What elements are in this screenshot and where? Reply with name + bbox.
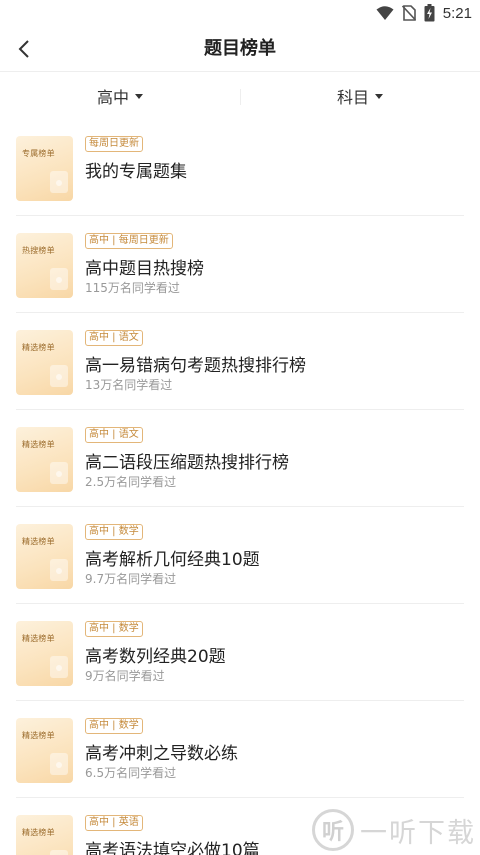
list-views: 13万名同学看过 xyxy=(85,378,173,392)
list-views: 6.5万名同学看过 xyxy=(85,766,177,780)
thumbnail-decoration xyxy=(56,471,62,477)
back-button[interactable] xyxy=(8,32,40,66)
list-thumbnail: 精选榜单 xyxy=(16,621,73,686)
thumbnail-decoration xyxy=(56,180,62,186)
thumbnail-decoration xyxy=(56,762,62,768)
status-bar: 5:21 xyxy=(0,0,480,26)
list-title: 高考语法填空必做10篇 xyxy=(85,841,260,855)
list-thumbnail: 精选榜单 xyxy=(16,524,73,589)
list-thumbnail: 精选榜单 xyxy=(16,815,73,855)
filter-grade-dropdown[interactable]: 高中 xyxy=(0,73,240,119)
list-item[interactable]: 精选榜单 高中 | 语文 高二语段压缩题热搜排行榜 2.5万名同学看过 xyxy=(16,410,464,507)
list-item[interactable]: 热搜榜单 高中 | 每周日更新 高中题目热搜榜 115万名同学看过 xyxy=(16,216,464,313)
filter-subject-label: 科目 xyxy=(336,88,369,107)
filter-grade-label: 高中 xyxy=(96,88,129,107)
thumbnail-label: 精选榜单 xyxy=(22,537,55,546)
watermark-text: 一听下载 xyxy=(360,817,476,849)
list-tag: 高中 | 英语 xyxy=(85,815,143,831)
header: 题目榜单 xyxy=(0,26,480,72)
no-sim-icon xyxy=(401,5,416,21)
list-item[interactable]: 专属榜单 每周日更新 我的专属题集 xyxy=(16,119,464,216)
ranking-list: 专属榜单 每周日更新 我的专属题集 热搜榜单 高中 | 每周日更新 高中题目热搜… xyxy=(0,119,480,855)
list-item[interactable]: 精选榜单 高中 | 数学 高考冲刺之导数必练 6.5万名同学看过 xyxy=(16,701,464,798)
list-tag: 高中 | 数学 xyxy=(85,621,143,637)
page-title: 题目榜单 xyxy=(204,38,276,59)
list-thumbnail: 热搜榜单 xyxy=(16,233,73,298)
filter-bar: 高中 科目 xyxy=(0,73,480,119)
battery-charging-icon xyxy=(424,4,435,22)
chevron-left-icon xyxy=(18,40,29,58)
list-tag: 每周日更新 xyxy=(85,136,143,152)
list-tag: 高中 | 每周日更新 xyxy=(85,233,173,249)
thumbnail-label: 热搜榜单 xyxy=(22,246,55,255)
status-icons: 5:21 xyxy=(376,3,472,23)
list-item[interactable]: 精选榜单 高中 | 数学 高考解析几何经典10题 9.7万名同学看过 xyxy=(16,507,464,604)
list-tag: 高中 | 数学 xyxy=(85,718,143,734)
list-title: 高中题目热搜榜 xyxy=(85,259,204,279)
list-views: 9.7万名同学看过 xyxy=(85,572,177,586)
caret-down-icon xyxy=(135,94,143,99)
filter-divider xyxy=(240,89,241,105)
list-tag: 高中 | 语文 xyxy=(85,330,143,346)
thumbnail-label: 精选榜单 xyxy=(22,731,55,740)
list-title: 高考数列经典20题 xyxy=(85,647,226,667)
thumbnail-label: 专属榜单 xyxy=(22,149,55,158)
thumbnail-decoration xyxy=(56,568,62,574)
watermark-logo-icon: 听 xyxy=(312,809,354,851)
thumbnail-label: 精选榜单 xyxy=(22,440,55,449)
filter-subject-dropdown[interactable]: 科目 xyxy=(240,73,480,119)
list-title: 我的专属题集 xyxy=(85,162,187,182)
list-title: 高二语段压缩题热搜排行榜 xyxy=(85,453,289,473)
thumbnail-decoration xyxy=(56,665,62,671)
list-views: 2.5万名同学看过 xyxy=(85,475,177,489)
thumbnail-decoration xyxy=(56,374,62,380)
thumbnail-decoration xyxy=(56,277,62,283)
list-item[interactable]: 精选榜单 高中 | 数学 高考数列经典20题 9万名同学看过 xyxy=(16,604,464,701)
list-title: 高考解析几何经典10题 xyxy=(85,550,260,570)
list-thumbnail: 精选榜单 xyxy=(16,718,73,783)
list-thumbnail: 精选榜单 xyxy=(16,330,73,395)
caret-down-icon xyxy=(375,94,383,99)
thumbnail-label: 精选榜单 xyxy=(22,828,55,837)
thumbnail-decoration xyxy=(50,850,68,855)
thumbnail-label: 精选榜单 xyxy=(22,634,55,643)
status-time: 5:21 xyxy=(442,4,472,22)
list-title: 高一易错病句考题热搜排行榜 xyxy=(85,356,306,376)
list-title: 高考冲刺之导数必练 xyxy=(85,744,238,764)
thumbnail-label: 精选榜单 xyxy=(22,343,55,352)
list-tag: 高中 | 语文 xyxy=(85,427,143,443)
list-tag: 高中 | 数学 xyxy=(85,524,143,540)
wifi-icon xyxy=(376,6,394,20)
list-item[interactable]: 精选榜单 高中 | 语文 高一易错病句考题热搜排行榜 13万名同学看过 xyxy=(16,313,464,410)
list-thumbnail: 专属榜单 xyxy=(16,136,73,201)
watermark: 听 一听下载 xyxy=(312,809,476,851)
list-views: 9万名同学看过 xyxy=(85,669,165,683)
list-views: 115万名同学看过 xyxy=(85,281,180,295)
list-thumbnail: 精选榜单 xyxy=(16,427,73,492)
